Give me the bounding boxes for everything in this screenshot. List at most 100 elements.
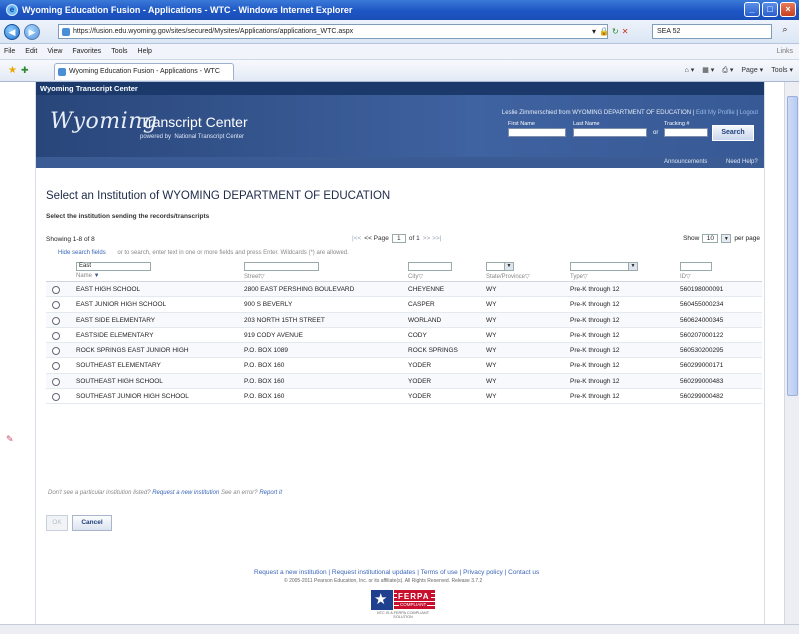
prev-page-button[interactable]: << Page — [364, 235, 389, 242]
table-row[interactable]: ROCK SPRINGS EAST JUNIOR HIGH P.O. BOX 10… — [46, 343, 762, 359]
table-row[interactable]: EAST HIGH SCHOOL 2800 EAST PERSHING BOULE… — [46, 282, 762, 298]
home-icon[interactable]: ⌂ ▾ — [685, 66, 695, 75]
id-filter-input[interactable] — [680, 262, 712, 271]
row-radio-button[interactable] — [52, 286, 60, 294]
tools-menu[interactable]: Tools ▾ — [771, 66, 793, 75]
row-radio-button[interactable] — [52, 301, 60, 310]
first-name-label: First Name — [508, 121, 535, 127]
url-text: https://fusion.edu.wyoming.gov/sites/sec… — [73, 28, 354, 35]
scrollbar-thumb[interactable] — [787, 96, 798, 396]
column-state-label: State/Province — [486, 274, 526, 280]
cell-street: 919 CODY AVENUE — [244, 331, 304, 339]
forward-icon[interactable]: ▶ — [24, 23, 40, 40]
menu-favorites[interactable]: Favorites — [72, 48, 101, 55]
column-state[interactable]: State/Province▽ — [486, 273, 530, 280]
logout-link[interactable]: Logout — [740, 110, 758, 116]
cell-state: WY — [486, 301, 497, 309]
search-button[interactable]: Search — [712, 125, 754, 141]
table-row[interactable]: SOUTHEAST JUNIOR HIGH SCHOOL P.O. BOX 160… — [46, 389, 762, 405]
request-institution-link[interactable]: Request a new institution — [152, 490, 219, 496]
close-button[interactable]: × — [780, 2, 796, 17]
row-radio-button[interactable] — [52, 377, 60, 386]
type-filter-select[interactable]: ▼ — [570, 262, 638, 271]
results-count: Showing 1-8 of 8 — [46, 236, 95, 243]
column-type[interactable]: Type▽ — [570, 273, 588, 280]
links-label[interactable]: Links — [777, 48, 793, 55]
column-city[interactable]: City▽ — [408, 273, 423, 280]
table-row[interactable]: EAST JUNIOR HIGH SCHOOL 900 S BEVERLY CASP… — [46, 297, 762, 313]
row-radio-button[interactable] — [52, 347, 60, 356]
table-row[interactable]: SOUTHEAST ELEMENTARY P.O. BOX 160 YODER WY P… — [46, 358, 762, 374]
state-filter-select[interactable]: ▼ — [486, 262, 514, 271]
menu-edit[interactable]: Edit — [25, 48, 37, 55]
state-dropdown-icon: ▼ — [504, 263, 513, 270]
table-row[interactable]: EASTSIDE ELEMENTARY 919 CODY AVENUE CODY WY… — [46, 328, 762, 344]
ferpa-bottom-text: NTC IS A FERPA COMPLIANT SOLUTION — [376, 611, 430, 619]
cancel-button[interactable]: Cancel — [72, 515, 112, 531]
menu-view[interactable]: View — [47, 48, 62, 55]
tracking-input[interactable] — [664, 128, 708, 137]
maximize-button[interactable]: □ — [762, 2, 778, 17]
page-number-input[interactable]: 1 — [391, 234, 406, 243]
column-name[interactable]: Name ▼ — [76, 273, 100, 279]
table-row[interactable]: SOUTHEAST HIGH SCHOOL P.O. BOX 160 YODER WY… — [46, 373, 762, 390]
lock-icon[interactable]: 🔒 — [599, 27, 609, 36]
product-title: Transcript Center — [140, 114, 248, 130]
column-street[interactable]: Street▽ — [244, 273, 265, 280]
report-error-link[interactable]: Report it — [259, 490, 282, 496]
minimize-button[interactable]: _ — [744, 2, 760, 17]
per-page-select[interactable]: 10 — [702, 234, 719, 243]
ok-button[interactable]: OK — [46, 515, 68, 531]
row-radio-button[interactable] — [52, 316, 60, 325]
powered-by: powered by National Transcript Center — [140, 134, 245, 140]
vertical-scrollbar[interactable] — [784, 82, 799, 634]
edit-profile-link[interactable]: Edit My Profile — [696, 110, 735, 116]
cell-id: 560198000091 — [680, 286, 724, 293]
or-label: or — [653, 130, 659, 136]
cell-state: WY — [486, 316, 497, 324]
street-filter-input[interactable] — [244, 262, 319, 271]
announcements-link[interactable]: Announcements — [664, 159, 707, 165]
first-name-input[interactable] — [508, 128, 566, 137]
first-page-button[interactable]: |<< — [352, 235, 361, 242]
add-favorites-icon[interactable]: ✚ — [21, 65, 29, 76]
menu-file[interactable]: File — [4, 48, 15, 55]
row-radio-button[interactable] — [52, 331, 60, 340]
print-icon[interactable]: ⎙ ▾ — [722, 66, 733, 75]
menu-tools[interactable]: Tools — [111, 48, 127, 55]
browser-tab[interactable]: Wyoming Education Fusion - Applications … — [54, 63, 234, 80]
cell-state: WY — [486, 362, 497, 370]
cell-name: EAST JUNIOR HIGH SCHOOL — [76, 301, 167, 309]
table-row[interactable]: EAST SIDE ELEMENTARY 203 NORTH 15TH STREE… — [46, 312, 762, 328]
chevron-down-icon[interactable]: ▼ — [721, 234, 732, 243]
back-icon[interactable]: ◀ — [4, 23, 20, 40]
dropdown-icon[interactable]: ▾ — [592, 27, 596, 36]
page-menu[interactable]: Page ▾ — [741, 66, 763, 75]
search-input[interactable]: SEA 52 — [652, 24, 772, 39]
cell-state: WY — [486, 377, 497, 385]
window-titlebar: e Wyoming Education Fusion - Application… — [0, 0, 799, 20]
name-filter-input[interactable]: East — [76, 262, 151, 271]
search-icon[interactable]: ⌕ — [777, 24, 793, 39]
row-radio-button[interactable] — [52, 362, 60, 371]
hide-search-fields-link[interactable]: Hide search fields — [58, 250, 106, 256]
menu-help[interactable]: Help — [138, 48, 152, 55]
feeds-icon[interactable]: ▦ ▾ — [702, 66, 714, 75]
next-page-button[interactable]: >> >>| — [423, 235, 442, 242]
url-input[interactable]: https://fusion.edu.wyoming.gov/sites/sec… — [58, 24, 608, 39]
column-id[interactable]: ID▽ — [680, 273, 691, 280]
refresh-icon[interactable]: ↻ — [612, 27, 619, 36]
footer-links[interactable]: Request a new institution | Request inst… — [254, 569, 539, 576]
cell-street: 2800 EAST PERSHING BOULEVARD — [244, 286, 355, 293]
window-title: Wyoming Education Fusion - Applications … — [22, 5, 353, 15]
row-radio-button[interactable] — [52, 393, 60, 402]
last-name-label: Last Name — [573, 121, 600, 127]
page-menu-label: Page — [741, 67, 758, 74]
city-filter-input[interactable] — [408, 262, 452, 271]
tab-bar: ★ ✚ Wyoming Education Fusion - Applicati… — [0, 60, 799, 82]
stop-icon[interactable]: ✕ — [622, 27, 629, 36]
favorites-star-icon[interactable]: ★ — [8, 65, 17, 76]
need-help-link[interactable]: Need Help? — [726, 159, 758, 165]
cell-name: SOUTHEAST HIGH SCHOOL — [76, 377, 163, 385]
last-name-input[interactable] — [573, 128, 647, 137]
